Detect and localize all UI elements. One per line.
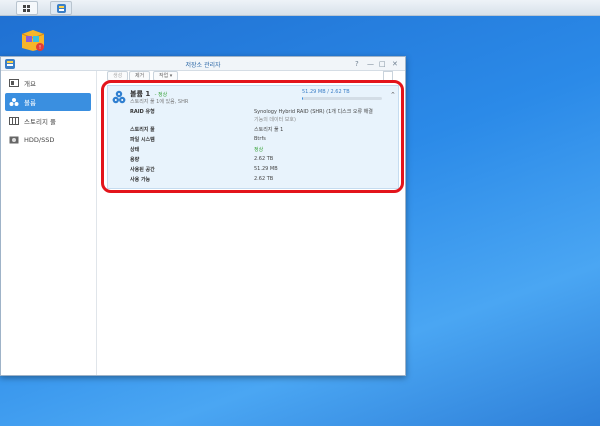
sidebar-item-label: HDD/SSD — [24, 136, 55, 144]
desktop-package-center-icon[interactable]: ! — [20, 28, 46, 52]
taskbar-storage-manager-button[interactable] — [50, 1, 72, 15]
window-title: 저장소 관리자 — [185, 62, 221, 69]
window-titlebar[interactable]: 저장소 관리자 ? — □ ✕ — [1, 57, 405, 71]
sidebar-item-label: 개요 — [24, 80, 36, 88]
help-icon[interactable]: ? — [355, 59, 359, 69]
main-menu-button[interactable] — [16, 1, 38, 15]
storage-manager-icon — [57, 4, 66, 13]
sidebar: 개요 볼륨 스토리지 풀 HDD/SSD — [1, 71, 97, 375]
sidebar-item-hdd-ssd[interactable]: HDD/SSD — [5, 131, 91, 149]
close-icon[interactable]: ✕ — [392, 59, 398, 69]
overview-icon — [9, 79, 19, 87]
sidebar-item-label: 스토리지 풀 — [24, 118, 56, 126]
highlight-annotation — [101, 80, 404, 193]
grid-icon — [23, 5, 31, 12]
maximize-icon[interactable]: □ — [379, 59, 386, 69]
sidebar-item-label: 볼륨 — [24, 99, 36, 107]
sidebar-item-volume[interactable]: 볼륨 — [5, 93, 91, 111]
volume-icon — [9, 98, 19, 106]
sidebar-item-overview[interactable]: 개요 — [5, 74, 91, 92]
taskbar — [0, 0, 600, 16]
svg-text:!: ! — [39, 45, 41, 51]
minimize-icon[interactable]: — — [367, 59, 374, 69]
hdd-icon — [9, 136, 19, 144]
storage-pool-icon — [9, 117, 19, 125]
sidebar-item-storage-pool[interactable]: 스토리지 풀 — [5, 112, 91, 130]
